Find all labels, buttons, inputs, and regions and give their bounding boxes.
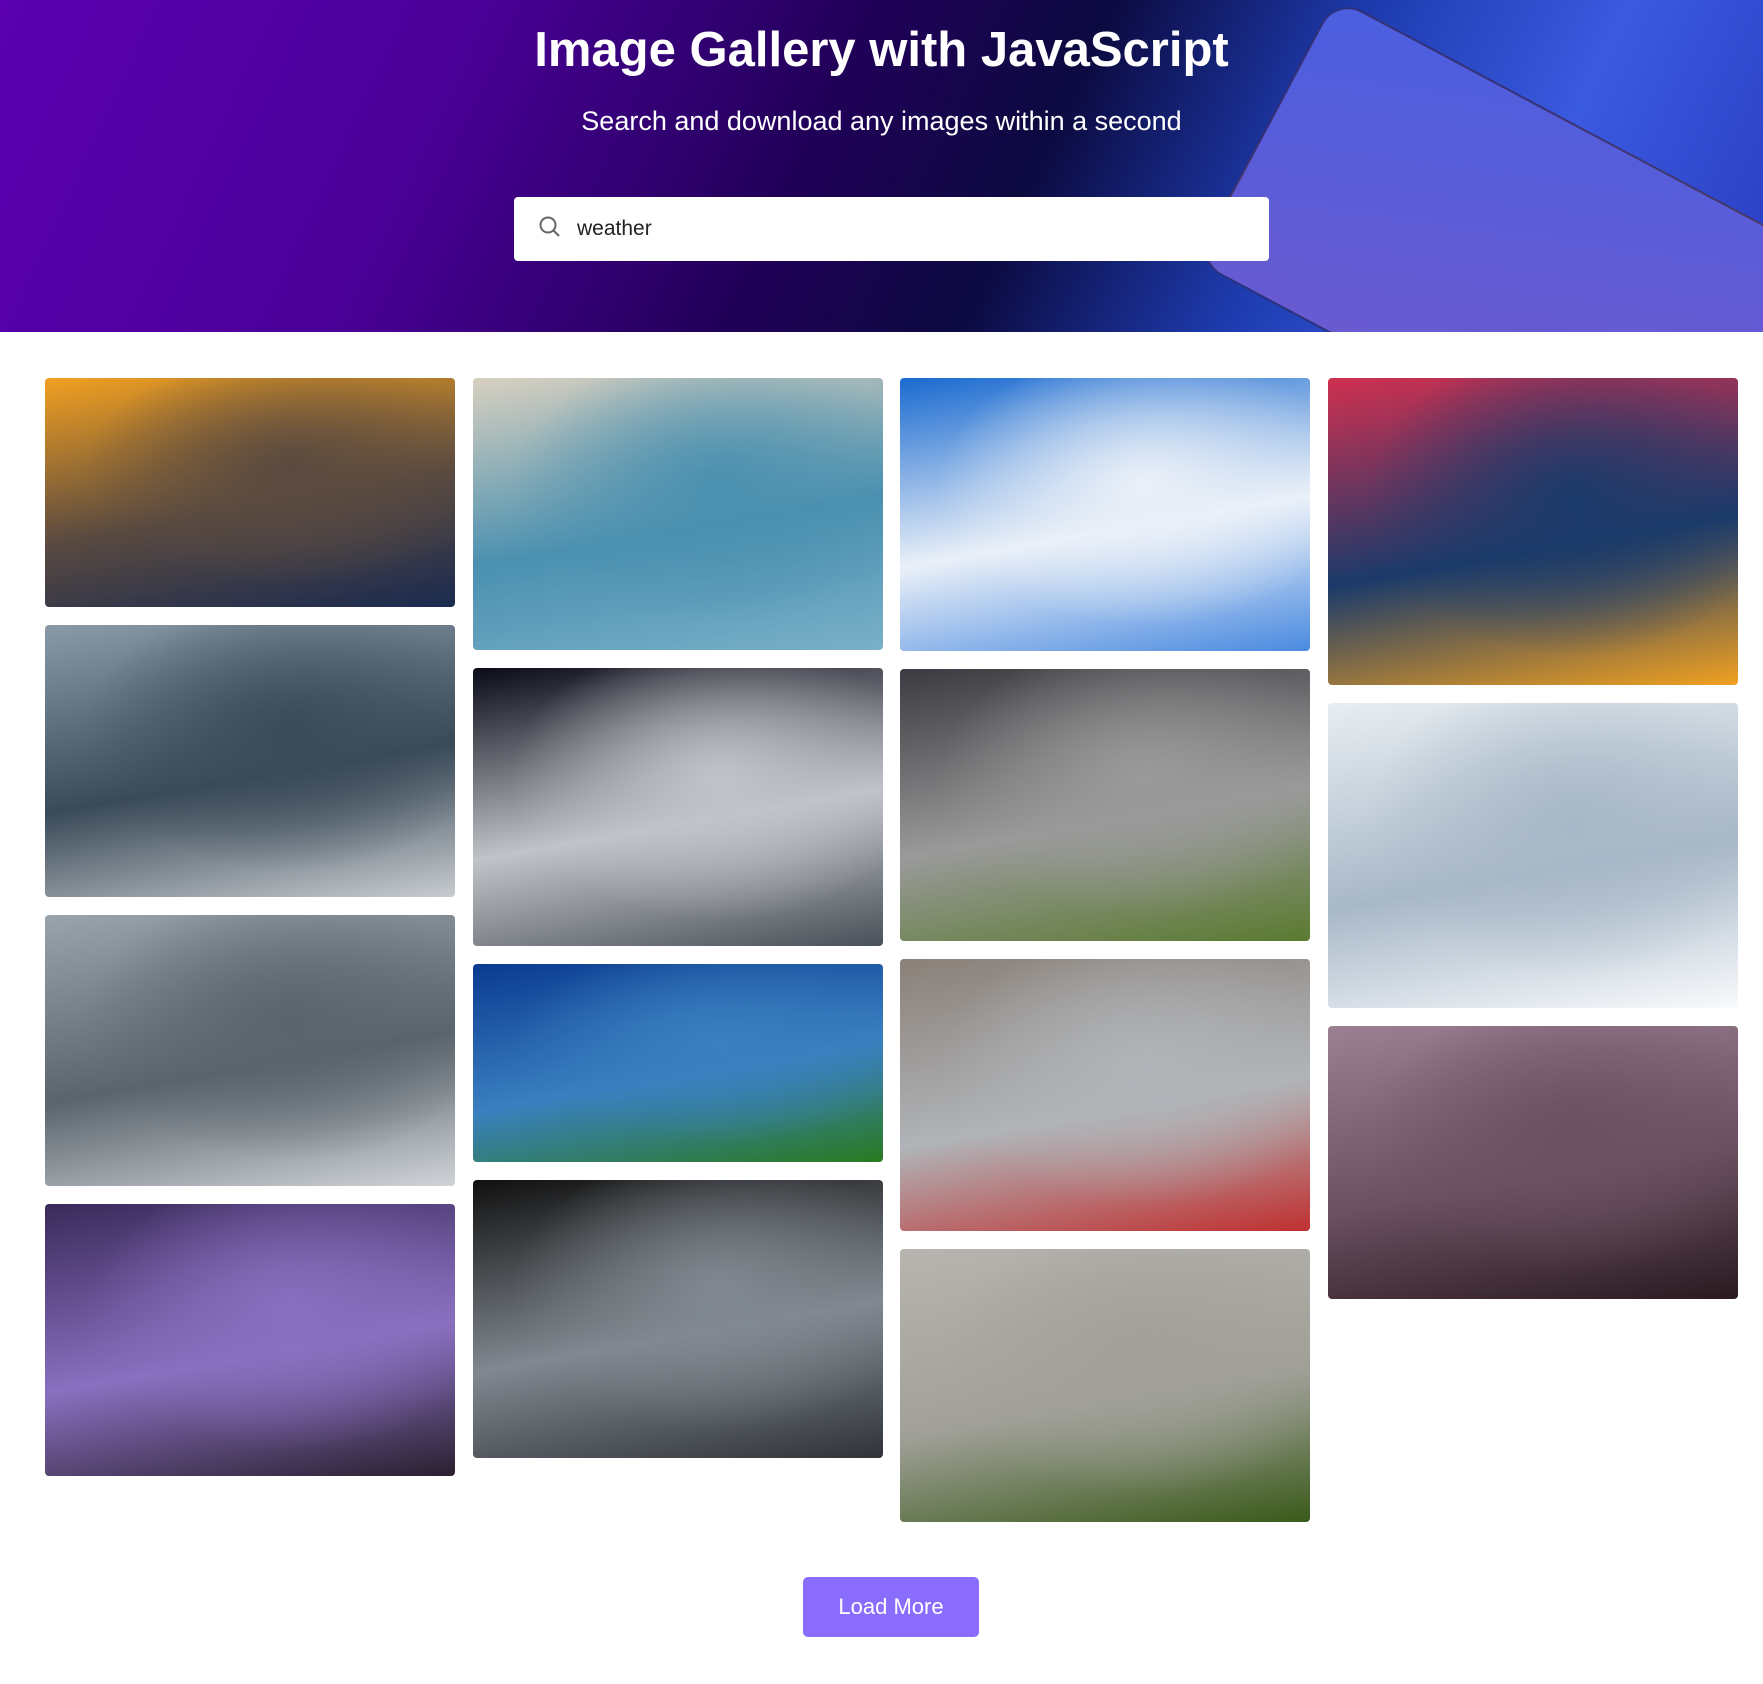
gallery-image-sunny-field[interactable] <box>473 964 883 1162</box>
gallery-image-lightning-hills[interactable] <box>1328 1026 1738 1299</box>
page-title: Image Gallery with JavaScript <box>534 23 1229 77</box>
load-more-button[interactable]: Load More <box>803 1577 979 1637</box>
gallery-image-blue-sky-clouds[interactable] <box>900 378 1310 651</box>
gallery-image-storm-clouds[interactable] <box>45 625 455 897</box>
gallery-image-lightning-city[interactable] <box>45 1204 455 1476</box>
page-subtitle: Search and download any images within a … <box>581 106 1182 136</box>
gallery-image-rainy-street[interactable] <box>900 959 1310 1231</box>
gallery-image-umbrellas[interactable] <box>1328 378 1738 685</box>
gallery-image-hurricane-from-space[interactable] <box>473 668 883 946</box>
search-box <box>514 197 1269 261</box>
gallery-image-water-drops[interactable] <box>1328 703 1738 1008</box>
gallery-image-sun-rays-clouds[interactable] <box>473 378 883 650</box>
hero-header: Image Gallery with JavaScript Search and… <box>0 0 1763 332</box>
search-icon <box>538 215 562 244</box>
gallery-image-rainbow-field[interactable] <box>900 1249 1310 1522</box>
gallery-image-rain-puddle[interactable] <box>473 1180 883 1458</box>
gallery-image-storm-sunset[interactable] <box>45 378 455 607</box>
search-input[interactable] <box>577 217 1227 241</box>
gallery-image-rain-window-traffic[interactable] <box>45 915 455 1186</box>
gallery-image-tornado[interactable] <box>900 669 1310 941</box>
